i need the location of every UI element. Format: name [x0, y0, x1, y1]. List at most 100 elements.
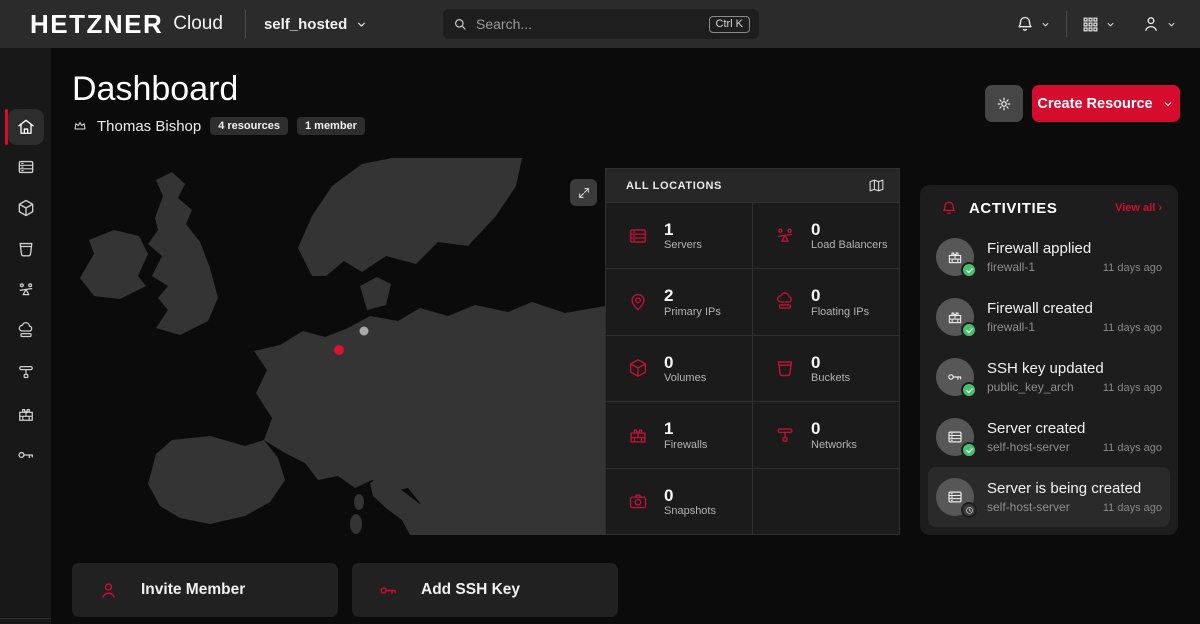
sidebar-item-volumes[interactable] — [8, 190, 44, 226]
stat-value: 0 — [664, 353, 706, 373]
locations-map[interactable] — [60, 158, 605, 535]
clock-icon — [965, 506, 974, 515]
add-ssh-key-label: Add SSH Key — [421, 581, 520, 599]
hetzner-cloud-dashboard: HETZNER Cloud self_hosted Search... Ctrl… — [0, 0, 1200, 624]
floating-ip-icon — [16, 321, 36, 341]
map-expand-button[interactable] — [570, 179, 597, 206]
notifications-menu[interactable] — [1015, 14, 1052, 34]
map-icon[interactable] — [868, 177, 885, 194]
activities-header: ACTIVITIES View all › — [920, 199, 1178, 217]
resources-badge: 4 resources — [210, 117, 288, 135]
success-badge — [961, 442, 977, 458]
check-icon — [965, 386, 974, 395]
floating-ip-icon — [774, 291, 796, 313]
sidebar-item-firewalls[interactable] — [8, 396, 44, 432]
activity-item[interactable]: Firewall applied firewall-111 days ago — [928, 227, 1170, 287]
stat-value: 0 — [664, 486, 716, 506]
stat-volumes[interactable]: 0Volumes — [606, 336, 752, 401]
stat-label: Networks — [811, 439, 857, 451]
volume-icon — [16, 198, 36, 218]
activity-avatar — [936, 478, 974, 516]
create-resource-button[interactable]: Create Resource — [1032, 85, 1180, 122]
members-badge: 1 member — [297, 117, 365, 135]
pending-badge — [961, 502, 977, 518]
search-icon — [452, 16, 468, 32]
check-icon — [965, 326, 974, 335]
locations-title: ALL LOCATIONS — [626, 180, 868, 192]
stat-servers[interactable]: 1Servers — [606, 203, 752, 268]
stat-label: Buckets — [811, 372, 850, 384]
europe-map — [60, 158, 605, 535]
sidebar-item-floating-ips[interactable] — [8, 313, 44, 349]
check-icon — [965, 446, 974, 455]
activity-subtitle: firewall-1 — [987, 260, 1103, 274]
search-shortcut-hint: Ctrl K — [709, 16, 751, 33]
activity-item[interactable]: Server created self-host-server11 days a… — [928, 407, 1170, 467]
search-placeholder: Search... — [476, 16, 701, 32]
project-name: self_hosted — [264, 16, 347, 33]
apps-menu[interactable] — [1081, 15, 1117, 34]
activity-title: Firewall created — [987, 300, 1162, 319]
chevron-down-icon — [1165, 18, 1178, 31]
stat-value: 0 — [811, 353, 850, 373]
success-badge — [961, 322, 977, 338]
project-selector[interactable]: self_hosted — [264, 16, 369, 33]
activity-title: Server is being created — [987, 480, 1162, 499]
stat-buckets[interactable]: 0Buckets — [753, 336, 899, 401]
stat-label: Snapshots — [664, 505, 716, 517]
activity-item[interactable]: Server is being created self-host-server… — [928, 467, 1170, 527]
map-marker-gray[interactable] — [360, 327, 369, 336]
firewall-icon — [16, 404, 36, 424]
activity-time: 11 days ago — [1103, 322, 1162, 334]
activities-panel: ACTIVITIES View all › Firewall applied f… — [920, 185, 1178, 535]
network-icon — [774, 424, 796, 446]
project-owner-row: Thomas Bishop 4 resources 1 member — [72, 117, 365, 135]
activity-title: SSH key updated — [987, 360, 1162, 379]
stat-label: Volumes — [664, 372, 706, 384]
stat-snapshots[interactable]: 0Snapshots — [606, 469, 752, 534]
project-settings-button[interactable] — [985, 85, 1023, 122]
stat-empty-cell — [753, 469, 899, 534]
sidebar-item-ssh-keys[interactable] — [8, 437, 44, 473]
stat-load-balancers[interactable]: 0Load Balancers — [753, 203, 899, 268]
map-marker-red[interactable] — [334, 345, 344, 355]
account-menu[interactable] — [1141, 14, 1178, 34]
bucket-icon — [774, 357, 796, 379]
snapshot-icon — [627, 490, 649, 512]
activities-title: ACTIVITIES — [969, 200, 1104, 217]
stat-label: Firewalls — [664, 439, 707, 451]
stat-primary-ips[interactable]: 2Primary IPs — [606, 269, 752, 334]
stat-floating-ips[interactable]: 0Floating IPs — [753, 269, 899, 334]
activities-list: Firewall applied firewall-111 days ago F… — [920, 227, 1178, 527]
invite-member-label: Invite Member — [141, 581, 245, 599]
sidebar-item-dashboard[interactable] — [8, 109, 44, 145]
chevron-down-icon — [1104, 18, 1117, 31]
sidebar-item-networks[interactable] — [8, 354, 44, 390]
sidebar-item-servers[interactable] — [8, 149, 44, 185]
search-input[interactable]: Search... Ctrl K — [443, 9, 759, 39]
stat-firewalls[interactable]: 1Firewalls — [606, 402, 752, 467]
view-all-link[interactable]: View all › — [1115, 202, 1162, 214]
product-name: Cloud — [173, 13, 223, 35]
activity-item[interactable]: SSH key updated public_key_arch11 days a… — [928, 347, 1170, 407]
stat-value: 1 — [664, 419, 707, 439]
chevron-down-icon — [354, 17, 369, 32]
server-icon — [627, 225, 649, 247]
topbar-actions — [1015, 0, 1178, 48]
activity-avatar — [936, 358, 974, 396]
load-balancer-icon — [16, 280, 36, 300]
top-bar: HETZNER Cloud self_hosted Search... Ctrl… — [0, 0, 1200, 48]
invite-member-button[interactable]: Invite Member — [72, 563, 338, 617]
sidebar-item-load-balancers[interactable] — [8, 272, 44, 308]
sidebar-item-buckets[interactable] — [8, 231, 44, 267]
resource-stats-grid: 1Servers 0Load Balancers 2Primary IPs 0F… — [606, 203, 899, 534]
bucket-icon — [16, 239, 36, 259]
hetzner-logo: HETZNER — [30, 9, 163, 40]
stat-networks[interactable]: 0Networks — [753, 402, 899, 467]
primary-ip-icon — [627, 291, 649, 313]
stat-value: 0 — [811, 286, 869, 306]
check-icon — [965, 266, 974, 275]
home-icon — [16, 117, 36, 137]
activity-item[interactable]: Firewall created firewall-111 days ago — [928, 287, 1170, 347]
add-ssh-key-button[interactable]: Add SSH Key — [352, 563, 618, 617]
